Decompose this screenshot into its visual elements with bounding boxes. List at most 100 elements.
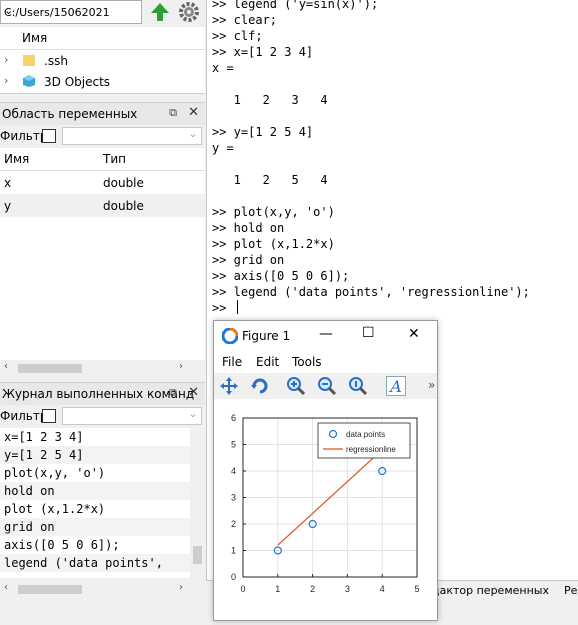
- command-output: 1 2 3 4: [212, 93, 328, 107]
- toolbar-overflow[interactable]: »: [428, 378, 435, 392]
- y-tick-label: 6: [231, 413, 236, 423]
- menu-file[interactable]: File: [222, 355, 242, 369]
- command-line: >> grid on: [212, 253, 285, 267]
- maximize-icon[interactable]: ☐: [362, 325, 375, 341]
- command-line: >> clf;: [212, 29, 263, 43]
- command-line: >> x=[1 2 3 4]: [212, 45, 314, 59]
- close-icon[interactable]: ✕: [188, 385, 199, 400]
- filter-checkbox[interactable]: [42, 129, 56, 143]
- filter-checkbox[interactable]: [42, 409, 56, 423]
- scroll-right-icon[interactable]: ›: [179, 361, 183, 372]
- column-type[interactable]: Тип: [103, 152, 126, 166]
- matlab-logo-icon: [222, 328, 238, 344]
- text-cursor: [237, 300, 238, 314]
- rotate-icon[interactable]: [250, 376, 270, 396]
- command-output: x =: [212, 61, 234, 75]
- scroll-thumb[interactable]: [18, 585, 82, 594]
- figure-menubar: File Edit Tools: [214, 351, 437, 373]
- file-name-column: Имя: [22, 31, 48, 45]
- next-tab[interactable]: Ре: [564, 584, 577, 597]
- workspace-panel-title: Область переменных ⧉ ✕: [0, 102, 205, 126]
- command-line: >> legend ('data points', 'regressionlin…: [212, 285, 530, 299]
- file-browser: Имя › .ssh › 3D Objects: [0, 27, 205, 94]
- workspace-title: Область переменных: [2, 107, 138, 121]
- x-tick-label: 3: [345, 584, 350, 594]
- history-item[interactable]: x=[1 2 3 4]: [0, 428, 190, 446]
- history-list: x=[1 2 3 4] y=[1 2 5 4] plot(x,y, 'o') h…: [0, 428, 190, 578]
- zoom-reset-icon[interactable]: [348, 376, 368, 396]
- command-line: >> axis([0 5 0 6]);: [212, 269, 350, 283]
- scroll-thumb[interactable]: [193, 546, 202, 564]
- chevron-down-icon: ⌄: [188, 129, 197, 140]
- var-name: y: [4, 199, 12, 213]
- folder-icon: [23, 55, 35, 66]
- history-title: Журнал выполненных команд: [2, 387, 195, 401]
- file-name: .ssh: [44, 54, 68, 68]
- zoom-in-icon[interactable]: [286, 376, 306, 396]
- history-item[interactable]: plot(x,y, 'o'): [0, 464, 190, 482]
- var-type: double: [103, 176, 144, 190]
- scroll-right-icon[interactable]: ›: [179, 582, 183, 593]
- history-item[interactable]: legend ('data points',: [0, 554, 190, 572]
- x-tick-label: 0: [240, 584, 245, 594]
- command-prompt[interactable]: >>: [212, 300, 234, 316]
- history-filter: Фильтр ⌄: [0, 405, 205, 427]
- table-row[interactable]: x double: [0, 171, 205, 194]
- current-folder-path[interactable]: C:/Users/15062021 ⌄: [0, 0, 142, 24]
- minimize-icon[interactable]: —: [319, 326, 333, 342]
- workspace-hscrollbar[interactable]: ‹ ›: [0, 361, 205, 375]
- up-folder-icon[interactable]: [148, 0, 172, 24]
- history-item[interactable]: axis([0 5 0 6]);: [0, 536, 190, 554]
- history-item[interactable]: plot (x,1.2*x): [0, 500, 190, 518]
- figure-window[interactable]: Figure 1 — ☐ ✕ File Edit Tools A » 0 1 2…: [213, 320, 438, 621]
- variable-editor-tab[interactable]: дактор переменных: [432, 584, 549, 597]
- x-tick-label: 4: [380, 584, 385, 594]
- figure-titlebar[interactable]: Figure 1 — ☐ ✕: [214, 321, 437, 351]
- file-row[interactable]: › 3D Objects: [0, 71, 205, 92]
- file-row[interactable]: › .ssh: [0, 50, 205, 71]
- command-output: y =: [212, 141, 234, 155]
- workspace-table: Имя Тип x double y double: [0, 148, 205, 360]
- workspace-filter: Фильтр ⌄: [0, 125, 205, 147]
- table-row[interactable]: y double: [0, 194, 205, 217]
- history-item[interactable]: hold on: [0, 482, 190, 500]
- gear-icon[interactable]: [177, 0, 201, 24]
- legend-label-line: regressionline: [346, 445, 396, 454]
- expand-arrow-icon[interactable]: ›: [4, 53, 8, 66]
- expand-arrow-icon[interactable]: ›: [4, 74, 8, 87]
- file-browser-header[interactable]: Имя: [0, 27, 205, 50]
- insert-text-icon[interactable]: A: [386, 376, 406, 396]
- menu-edit[interactable]: Edit: [256, 355, 279, 369]
- scroll-thumb[interactable]: [18, 364, 82, 373]
- zoom-out-icon[interactable]: [317, 376, 337, 396]
- undock-icon[interactable]: ⧉: [169, 106, 177, 120]
- command-line: >> y=[1 2 5 4]: [212, 125, 314, 139]
- y-tick-label: 3: [231, 493, 236, 503]
- column-name[interactable]: Имя: [4, 152, 29, 166]
- figure-toolbar: A »: [214, 373, 437, 400]
- chevron-down-icon: ⌄: [188, 409, 197, 420]
- pan-icon[interactable]: [219, 376, 239, 396]
- history-item[interactable]: grid on: [0, 518, 190, 536]
- command-line: >> hold on: [212, 221, 285, 235]
- close-icon[interactable]: ✕: [408, 326, 420, 342]
- chevron-down-icon[interactable]: ⌄: [4, 4, 139, 17]
- x-tick-label: 5: [414, 584, 419, 594]
- menu-tools[interactable]: Tools: [292, 355, 322, 369]
- scroll-left-icon[interactable]: ‹: [4, 361, 8, 372]
- plot-area[interactable]: 0 1 2 3 4 5 0 1 2 3 4 5 6 data points regressionline: [214, 399, 437, 620]
- history-vscrollbar[interactable]: [190, 428, 205, 578]
- close-icon[interactable]: ✕: [188, 105, 199, 120]
- filter-dropdown[interactable]: ⌄: [62, 407, 202, 425]
- file-name: 3D Objects: [44, 75, 111, 89]
- workspace-table-header: Имя Тип: [0, 148, 205, 171]
- command-line: >> legend ('y=sin(x)');: [212, 0, 379, 11]
- legend-label-points: data points: [346, 430, 385, 439]
- svg-text:A: A: [388, 377, 402, 396]
- filter-dropdown[interactable]: ⌄: [62, 127, 202, 145]
- history-hscrollbar[interactable]: ‹ ›: [0, 582, 205, 596]
- scroll-left-icon[interactable]: ‹: [4, 582, 8, 593]
- history-item[interactable]: y=[1 2 5 4]: [0, 446, 190, 464]
- undock-icon[interactable]: ⧉: [169, 386, 177, 400]
- command-line: >> clear;: [212, 13, 278, 27]
